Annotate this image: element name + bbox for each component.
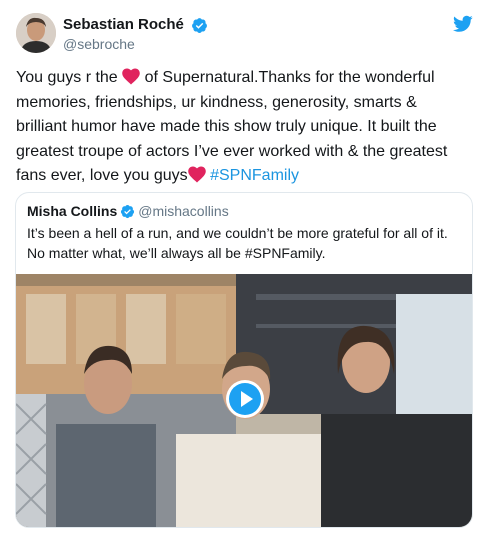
heart-emoji-icon [187, 166, 206, 183]
twitter-bird-icon[interactable] [453, 15, 473, 33]
tweet-card: Sebastian Roché @sebroche You guys r the… [0, 0, 489, 535]
quoted-tweet[interactable]: Misha Collins @mishacollins It’s been a h… [15, 192, 473, 528]
verified-badge-icon [120, 204, 135, 219]
tweet-text: You guys r the of Supernatural.Thanks fo… [16, 66, 471, 189]
heart-emoji-icon [122, 68, 140, 85]
tweet-text-part1: You guys r the [16, 69, 123, 86]
author-handle[interactable]: @sebroche [63, 35, 208, 53]
verified-badge-icon [191, 17, 208, 34]
tweet-header: Sebastian Roché @sebroche [16, 13, 473, 57]
play-icon[interactable] [225, 379, 265, 419]
quoted-author-name[interactable]: Misha Collins [27, 203, 117, 219]
quoted-author-handle[interactable]: @mishacollins [138, 203, 228, 219]
quoted-tweet-header: Misha Collins @mishacollins [27, 202, 229, 220]
quoted-tweet-text: It’s been a hell of a run, and we couldn… [27, 225, 448, 261]
author-display-name[interactable]: Sebastian Roché [63, 16, 184, 34]
hashtag-link[interactable]: #SPNFamily [210, 167, 299, 184]
author-info: Sebastian Roché @sebroche [63, 16, 208, 53]
video-thumbnail[interactable] [16, 274, 472, 527]
avatar[interactable] [16, 13, 56, 53]
